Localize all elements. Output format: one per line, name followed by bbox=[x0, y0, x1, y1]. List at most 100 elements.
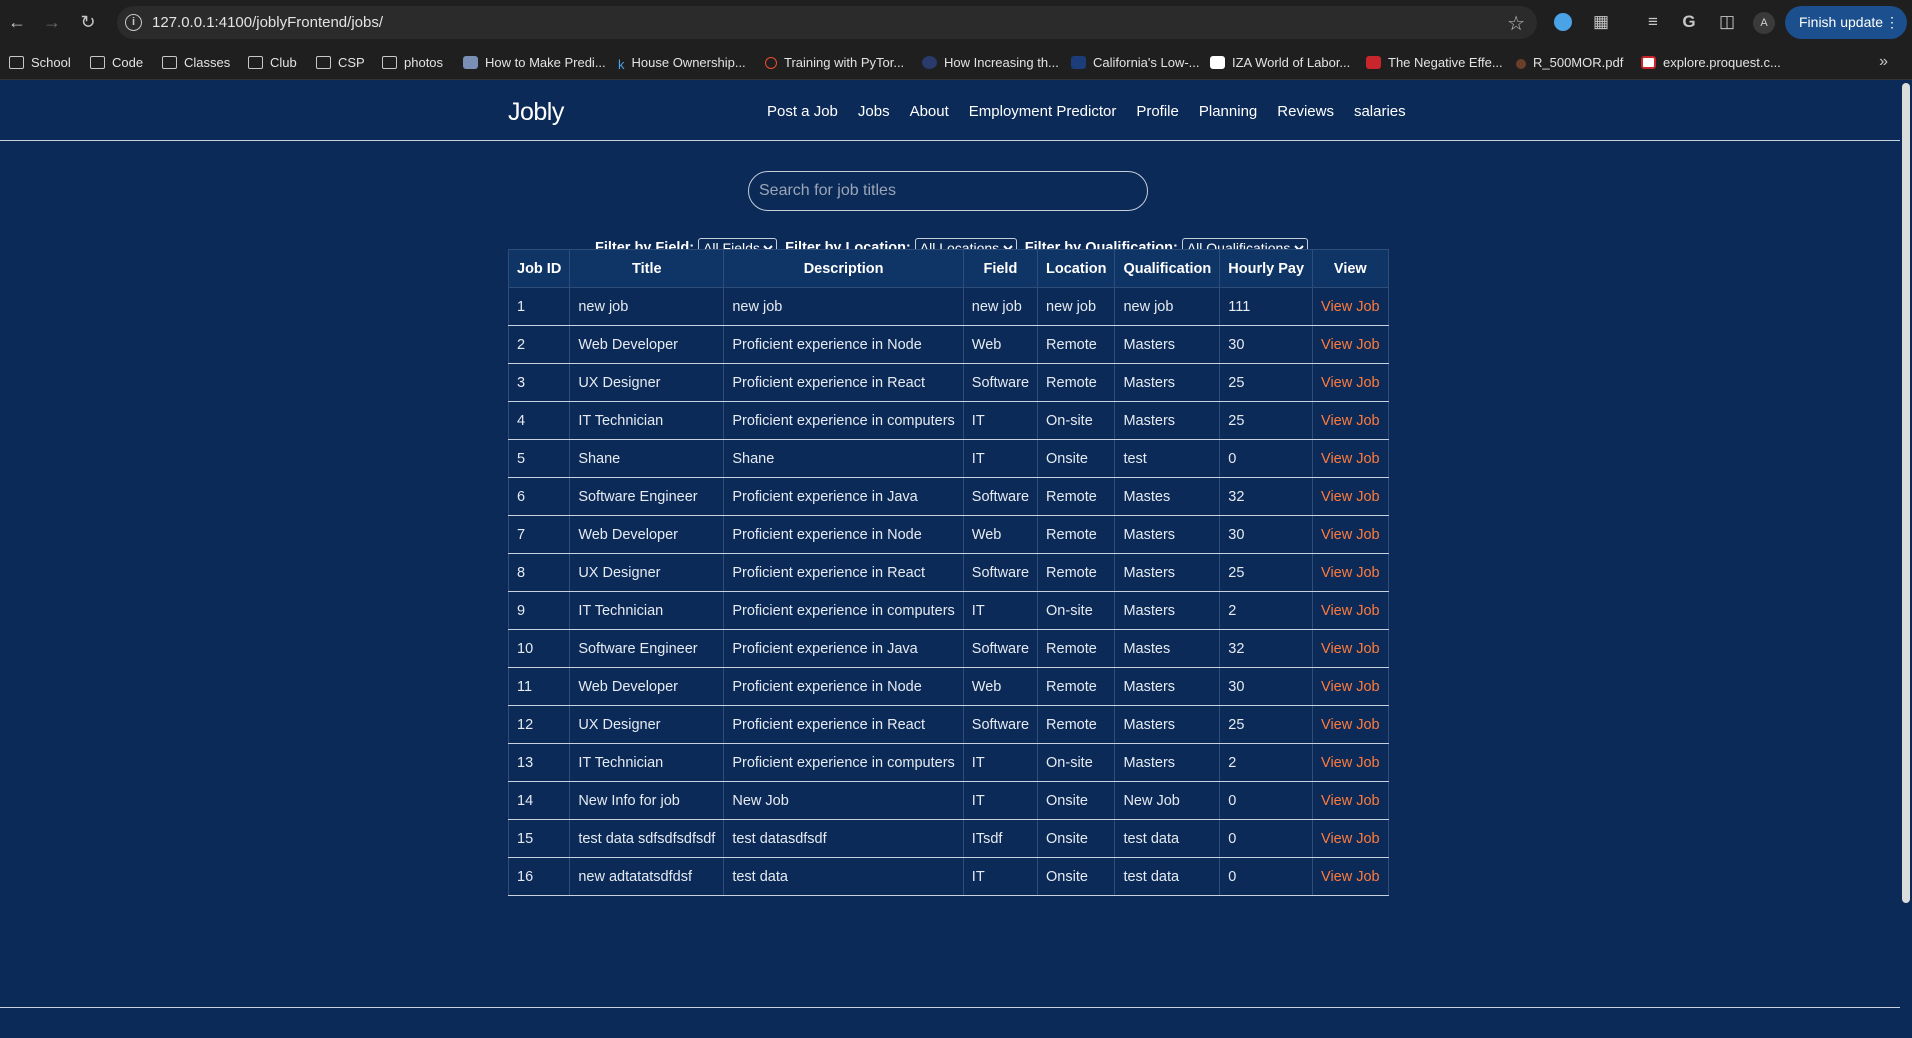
view-job-link[interactable]: View Job bbox=[1321, 565, 1380, 581]
view-job-link[interactable]: View Job bbox=[1321, 641, 1380, 657]
bookmark-link[interactable]: Training with PyTor... bbox=[765, 54, 904, 72]
location-cell: Onsite bbox=[1037, 819, 1116, 858]
bookmark-link[interactable]: k House Ownership... bbox=[618, 54, 746, 72]
forward-arrow-icon[interactable]: → bbox=[41, 11, 63, 33]
view-cell: View Job bbox=[1312, 477, 1389, 516]
bookmark-star-icon[interactable]: ☆ bbox=[1507, 11, 1525, 36]
hourly-pay-cell: 32 bbox=[1219, 477, 1314, 516]
qualification-cell: test data bbox=[1114, 819, 1221, 858]
view-cell: View Job bbox=[1312, 325, 1389, 364]
bookmark-link[interactable]: California's Low-... bbox=[1071, 54, 1200, 72]
job-id-cell: 8 bbox=[507, 553, 571, 592]
description-cell: Proficient experience in computers bbox=[723, 743, 964, 782]
favicon-icon bbox=[922, 56, 937, 69]
field-cell: IT bbox=[962, 401, 1039, 440]
bookmark-folder-code[interactable]: Code bbox=[90, 54, 143, 72]
hourly-pay-cell: 30 bbox=[1219, 325, 1314, 364]
bookmark-link[interactable]: explore.proquest.c... bbox=[1641, 54, 1781, 72]
profile-avatar[interactable]: A bbox=[1753, 12, 1775, 34]
nav-reviews[interactable]: Reviews bbox=[1277, 103, 1334, 120]
bookmark-folder-school[interactable]: School bbox=[9, 54, 71, 72]
field-cell: IT bbox=[962, 743, 1039, 782]
bookmark-link[interactable]: R_500MOR.pdf bbox=[1516, 54, 1623, 72]
page-scrollbar[interactable] bbox=[1900, 81, 1912, 1038]
title-cell: UX Designer bbox=[569, 363, 725, 402]
view-cell: View Job bbox=[1312, 287, 1389, 326]
bookmark-link[interactable]: How Increasing th... bbox=[922, 54, 1059, 72]
media-controls-icon[interactable]: ≡ bbox=[1642, 11, 1664, 33]
view-job-link[interactable]: View Job bbox=[1321, 679, 1380, 695]
bookmark-label: Classes bbox=[184, 55, 231, 70]
view-job-link[interactable]: View Job bbox=[1321, 489, 1380, 505]
bookmark-link[interactable]: How to Make Predi... bbox=[463, 54, 606, 72]
title-cell: new adtatatsdfdsf bbox=[569, 857, 725, 896]
col-description: Description bbox=[723, 249, 964, 288]
back-arrow-icon[interactable]: ← bbox=[6, 11, 28, 33]
job-id-cell: 7 bbox=[507, 515, 571, 554]
view-cell: View Job bbox=[1312, 819, 1389, 858]
side-panel-icon[interactable]: ◫ bbox=[1716, 11, 1738, 33]
finish-update-button[interactable]: Finish update ⋮ bbox=[1785, 6, 1907, 39]
title-cell: UX Designer bbox=[569, 705, 725, 744]
location-cell: Remote bbox=[1037, 553, 1116, 592]
title-cell: test data sdfsdfsdfsdf bbox=[569, 819, 725, 858]
table-row: 16 new adtatatsdfdsf test data IT Onsite test… bbox=[507, 857, 1389, 896]
bookmark-folder-classes[interactable]: Classes bbox=[162, 54, 230, 72]
nav-employment-predictor[interactable]: Employment Predictor bbox=[969, 103, 1117, 120]
brand-logo[interactable]: Jobly bbox=[508, 98, 564, 127]
view-job-link[interactable]: View Job bbox=[1321, 793, 1380, 809]
view-job-link[interactable]: View Job bbox=[1321, 451, 1380, 467]
nav-salaries[interactable]: salaries bbox=[1354, 103, 1406, 120]
nav-jobs[interactable]: Jobs bbox=[858, 103, 890, 120]
bookmark-link[interactable]: IZA World of Labor... bbox=[1210, 54, 1350, 72]
site-info-icon[interactable]: i bbox=[125, 14, 142, 31]
bookmark-label: House Ownership... bbox=[631, 55, 746, 70]
job-id-cell: 16 bbox=[507, 857, 571, 896]
view-job-link[interactable]: View Job bbox=[1321, 413, 1380, 429]
url-text[interactable]: 127.0.0.1:4100/joblyFrontend/jobs/ bbox=[152, 14, 383, 31]
view-job-link[interactable]: View Job bbox=[1321, 527, 1380, 543]
view-job-link[interactable]: View Job bbox=[1321, 717, 1380, 733]
nav-post-a-job[interactable]: Post a Job bbox=[767, 103, 838, 120]
address-bar[interactable]: i 127.0.0.1:4100/joblyFrontend/jobs/ ☆ bbox=[117, 6, 1537, 39]
extension-icon[interactable] bbox=[1554, 13, 1572, 31]
title-cell: Web Developer bbox=[569, 667, 725, 706]
table-row: 6 Software Engineer Proficient experience … bbox=[507, 477, 1389, 516]
google-icon[interactable]: G bbox=[1678, 11, 1700, 33]
view-job-link[interactable]: View Job bbox=[1321, 603, 1380, 619]
qualification-cell: Masters bbox=[1114, 553, 1221, 592]
nav-profile[interactable]: Profile bbox=[1136, 103, 1179, 120]
bookmark-folder-photos[interactable]: photos bbox=[382, 54, 443, 72]
bookmark-label: The Negative Effe... bbox=[1388, 55, 1503, 70]
bookmark-folder-club[interactable]: Club bbox=[248, 54, 297, 72]
job-id-cell: 12 bbox=[507, 705, 571, 744]
field-cell: Web bbox=[962, 667, 1039, 706]
reload-icon[interactable]: ↻ bbox=[77, 11, 99, 33]
bookmark-link[interactable]: The Negative Effe... bbox=[1366, 54, 1503, 72]
proquest-icon bbox=[1641, 56, 1656, 69]
more-bookmarks-icon[interactable]: » bbox=[1879, 53, 1888, 71]
view-job-link[interactable]: View Job bbox=[1321, 755, 1380, 771]
nav-about[interactable]: About bbox=[910, 103, 949, 120]
hourly-pay-cell: 2 bbox=[1219, 591, 1314, 630]
view-job-link[interactable]: View Job bbox=[1321, 869, 1380, 885]
view-job-link[interactable]: View Job bbox=[1321, 299, 1380, 315]
view-job-link[interactable]: View Job bbox=[1321, 375, 1380, 391]
view-cell: View Job bbox=[1312, 363, 1389, 402]
folder-icon bbox=[382, 56, 397, 69]
view-job-link[interactable]: View Job bbox=[1321, 337, 1380, 353]
view-job-link[interactable]: View Job bbox=[1321, 831, 1380, 847]
location-cell: Remote bbox=[1037, 325, 1116, 364]
nav-planning[interactable]: Planning bbox=[1199, 103, 1257, 120]
favicon-icon bbox=[463, 56, 478, 69]
bookmark-label: School bbox=[31, 55, 71, 70]
view-cell: View Job bbox=[1312, 439, 1389, 478]
col-job-id: Job ID bbox=[507, 249, 571, 288]
job-search-input[interactable] bbox=[748, 171, 1148, 211]
bookmark-folder-csp[interactable]: CSP bbox=[316, 54, 365, 72]
more-menu-icon[interactable]: ⋮ bbox=[1885, 6, 1899, 39]
view-cell: View Job bbox=[1312, 401, 1389, 440]
qualification-cell: Mastes bbox=[1114, 477, 1221, 516]
scrollbar-thumb[interactable] bbox=[1902, 83, 1910, 903]
extensions-puzzle-icon[interactable]: ▦ bbox=[1590, 11, 1612, 33]
